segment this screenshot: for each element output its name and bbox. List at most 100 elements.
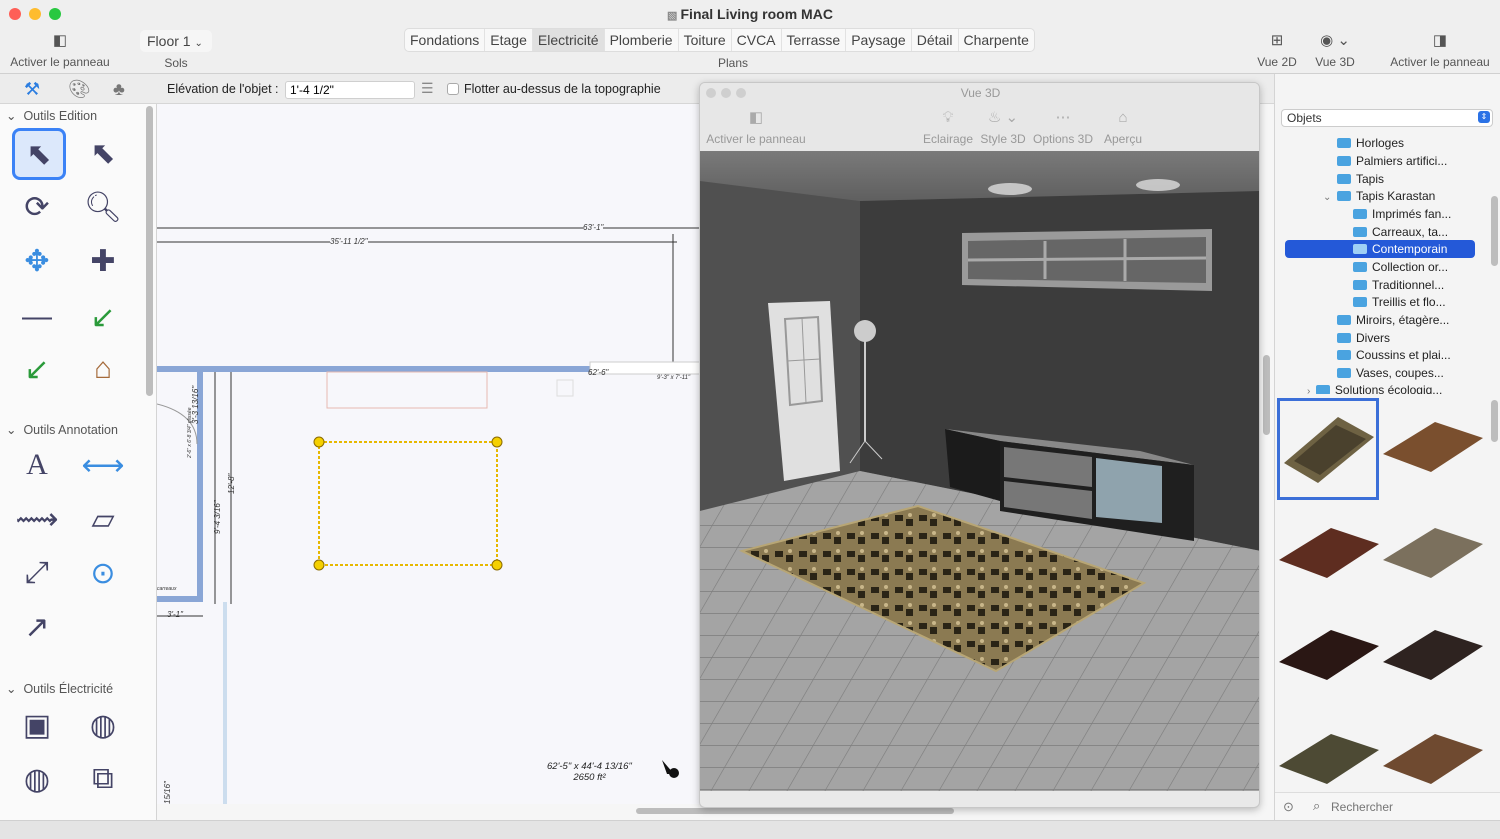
tab-electricite[interactable]: Electricité	[532, 29, 605, 51]
dimension-tool[interactable]: ⟷	[78, 440, 128, 490]
render-3d-scene[interactable]	[700, 151, 1259, 791]
floor-plan-drawing	[157, 227, 700, 804]
rug-thumbnail[interactable]	[1383, 418, 1483, 498]
section-annotation[interactable]: ⌄ Outils Annotation	[6, 422, 118, 437]
tree-scrollbar[interactable]	[1491, 196, 1498, 266]
tab-charpente[interactable]: Charpente	[959, 29, 1034, 51]
angled-dimension-tool[interactable]: ⤢	[12, 548, 62, 598]
tree-item-contemporain[interactable]: Contemporain	[1285, 240, 1475, 258]
pan-tool[interactable]: ✥	[12, 236, 62, 286]
tab-cvca[interactable]: CVCA	[732, 29, 782, 51]
select-points-tool[interactable]: ⬉	[78, 128, 128, 178]
float-checkbox[interactable]	[447, 83, 459, 95]
view-3d-button[interactable]: ◉ ⌄ Vue 3D	[1308, 32, 1362, 69]
rug-thumbnail[interactable]	[1277, 398, 1379, 500]
view-2d-button[interactable]: ⊞ Vue 2D	[1252, 32, 1302, 69]
folder-icon	[1337, 368, 1351, 378]
line-dimension-tool[interactable]: ⟿	[12, 494, 62, 544]
toggle-right-panel-button[interactable]: ◨ Activer le panneau	[1384, 32, 1496, 69]
delete-point-tool[interactable]: ―	[12, 292, 62, 342]
preview-label: Aperçu	[1103, 132, 1143, 146]
fillet-tool[interactable]: ↙	[78, 292, 128, 342]
plan-h-scrollbar[interactable]	[636, 808, 954, 814]
tree-item-miroirs[interactable]: Miroirs, étagère...	[1337, 311, 1449, 329]
tree-icon[interactable]: ♣	[113, 79, 125, 100]
break-tool[interactable]: ↙	[12, 344, 62, 394]
tree-item-carreaux[interactable]: Carreaux, ta...	[1353, 223, 1448, 241]
toggle-left-panel-button[interactable]: ◧ Activer le panneau	[4, 32, 116, 69]
options-3d-button[interactable]: ⋯ Options 3D	[1031, 109, 1095, 146]
tab-toiture[interactable]: Toiture	[679, 29, 732, 51]
lighting-button[interactable]: 💡︎ Eclairage	[922, 109, 974, 146]
floor-outlet-tool[interactable]: ◍	[12, 754, 62, 804]
chevron-down-icon[interactable]: ⌄	[1323, 192, 1337, 203]
rotate-tool[interactable]: ⟳	[12, 182, 62, 232]
chevron-right-icon[interactable]: ›	[1307, 386, 1316, 394]
add-point-tool[interactable]: ✚	[78, 236, 128, 286]
tree-item-tapis[interactable]: Tapis	[1337, 170, 1384, 188]
elevation-input[interactable]	[285, 81, 415, 99]
status-bar	[0, 820, 1500, 839]
sidebar-left-icon: ◧	[748, 109, 764, 126]
dim-left: 15/16"	[163, 781, 172, 804]
tree-item-coussins[interactable]: Coussins et plai...	[1337, 346, 1451, 364]
text-tool[interactable]: A	[12, 440, 62, 490]
select-tool[interactable]: ⬉	[12, 128, 66, 180]
tree-item-tapis-karastan[interactable]: ⌄ Tapis Karastan	[1323, 187, 1435, 205]
library-search-input[interactable]	[1331, 798, 1491, 816]
circle-dimension-tool[interactable]: ⊙	[78, 548, 128, 598]
rug-thumbnail[interactable]	[1383, 730, 1483, 796]
preview-button[interactable]: ⌂ Aperçu	[1101, 109, 1145, 146]
lightbulb-icon: 💡︎	[942, 109, 954, 126]
plan-canvas[interactable]: 63'-1" 35'-11 1/2" 62'-6" 9'-3" x 7'-11"…	[157, 104, 700, 804]
view-3d-panel-button[interactable]: ◧ Activer le panneau	[704, 109, 808, 146]
arrow-tool[interactable]: ↗	[12, 602, 62, 652]
list-icon[interactable]: ☰	[421, 80, 434, 97]
section-electricite[interactable]: ⌄ Outils Électricité	[6, 681, 113, 696]
tree-item-collection[interactable]: Collection or...	[1353, 258, 1448, 276]
folder-icon	[1315, 385, 1330, 394]
hammer-icon[interactable]: ⚒	[24, 79, 40, 100]
floor-select[interactable]: Floor 1 ⌄	[140, 30, 212, 52]
rug-thumbnail[interactable]	[1279, 730, 1379, 796]
more-options-icon[interactable]: ⊙	[1283, 799, 1294, 815]
style-3d-button[interactable]: ♨ ⌄ Style 3D	[978, 109, 1028, 146]
section-edition[interactable]: ⌄ Outils Edition	[6, 108, 97, 123]
tab-plomberie[interactable]: Plomberie	[605, 29, 679, 51]
tree-item-divers[interactable]: Divers	[1337, 329, 1390, 347]
rug-thumbnail[interactable]	[1279, 626, 1379, 706]
tools-scrollbar[interactable]	[146, 106, 153, 396]
elevation-label: Elévation de l'objet :	[167, 82, 279, 96]
plan-v-scrollbar[interactable]	[1263, 355, 1270, 435]
library-select[interactable]: Objets ⇕	[1281, 109, 1493, 127]
house-tool[interactable]: ⌂	[78, 344, 128, 394]
section-tool[interactable]: ▱	[78, 494, 128, 544]
outlet-tool[interactable]: ▣	[12, 700, 62, 750]
tab-paysage[interactable]: Paysage	[846, 29, 912, 51]
tree-item-traditionnel[interactable]: Traditionnel...	[1353, 276, 1444, 294]
round-outlet-tool[interactable]: ◍	[78, 700, 128, 750]
sidebar-right-icon: ◨	[1432, 32, 1448, 49]
thumbs-scrollbar[interactable]	[1491, 400, 1498, 442]
tab-detail[interactable]: Détail	[912, 29, 959, 51]
zoom-tool[interactable]: 🔍︎	[78, 182, 128, 232]
rug-thumbnail[interactable]	[1383, 524, 1483, 604]
tab-terrasse[interactable]: Terrasse	[782, 29, 847, 51]
rug-swatch	[1279, 630, 1379, 680]
tree-item-solutions[interactable]: › Solutions écologiq...	[1307, 381, 1442, 394]
tab-etage[interactable]: Etage	[485, 29, 533, 51]
tree-item-imprimes[interactable]: Imprimés fan...	[1353, 205, 1451, 223]
tab-fondations[interactable]: Fondations	[405, 29, 486, 51]
switch-tool[interactable]: ⧉	[78, 754, 128, 804]
tree-item-treillis[interactable]: Treillis et flo...	[1353, 293, 1446, 311]
wall-shelf	[962, 229, 1212, 291]
rug-thumbnail[interactable]	[1279, 524, 1379, 604]
tree-item-label: Contemporain	[1372, 242, 1448, 256]
rug-thumbnail[interactable]	[1383, 626, 1483, 706]
tree-item-vases[interactable]: Vases, coupes...	[1337, 364, 1444, 382]
dim-wall: 62'-6"	[588, 368, 609, 377]
tree-item-label: Coussins et plai...	[1356, 348, 1451, 362]
tree-item-horloges[interactable]: Horloges	[1337, 134, 1404, 152]
palette-icon[interactable]: 🎨︎	[68, 79, 91, 100]
tree-item-palmiers[interactable]: Palmiers artifici...	[1337, 152, 1447, 170]
